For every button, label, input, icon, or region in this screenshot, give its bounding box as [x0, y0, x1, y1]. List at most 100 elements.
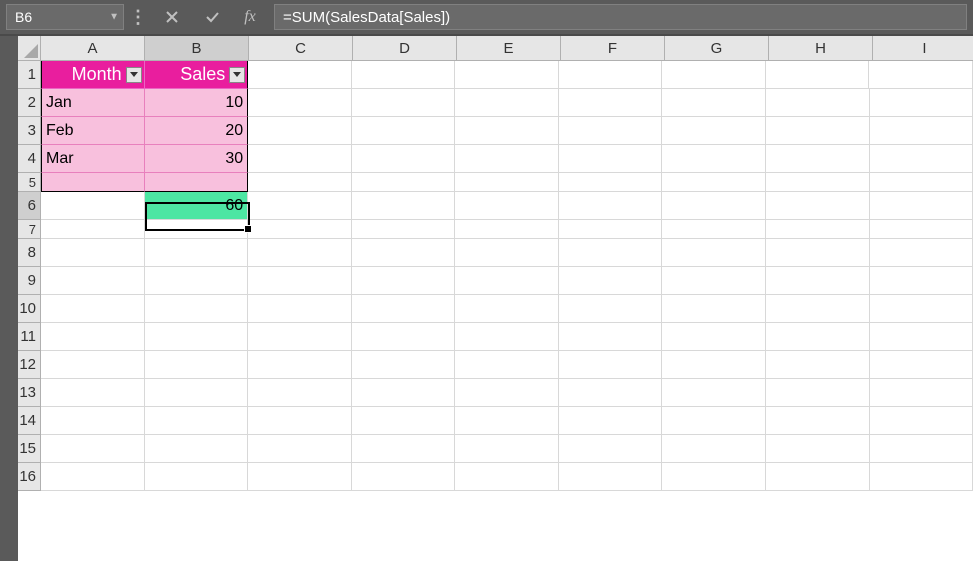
cell-c16[interactable] [248, 463, 352, 491]
name-box-dropdown-icon[interactable]: ▼ [109, 12, 119, 23]
select-all-corner[interactable] [18, 36, 41, 61]
cell-c7[interactable] [248, 220, 352, 239]
cell-a5[interactable] [41, 173, 145, 192]
row-header-11[interactable]: 11 [18, 323, 41, 351]
cell-f1[interactable] [559, 61, 663, 89]
cell-e11[interactable] [455, 323, 559, 351]
cell-f7[interactable] [559, 220, 663, 239]
cell-g9[interactable] [662, 267, 766, 295]
cell-h3[interactable] [766, 117, 870, 145]
cell-h15[interactable] [766, 435, 870, 463]
cell-i2[interactable] [870, 89, 973, 117]
cell-d9[interactable] [352, 267, 456, 295]
cell-g5[interactable] [662, 173, 766, 192]
cell-d7[interactable] [352, 220, 456, 239]
cell-c10[interactable] [248, 295, 352, 323]
cell-h1[interactable] [766, 61, 870, 89]
col-header-f[interactable]: F [561, 36, 665, 61]
row-header-7[interactable]: 7 [18, 220, 41, 239]
cell-d1[interactable] [352, 61, 456, 89]
cell-a8[interactable] [41, 239, 145, 267]
cell-b11[interactable] [145, 323, 249, 351]
cell-h7[interactable] [766, 220, 870, 239]
cell-d13[interactable] [352, 379, 456, 407]
cell-g11[interactable] [662, 323, 766, 351]
cell-f6[interactable] [559, 192, 663, 220]
cell-f13[interactable] [559, 379, 663, 407]
cell-a7[interactable] [41, 220, 145, 239]
cell-f16[interactable] [559, 463, 663, 491]
cell-i8[interactable] [870, 239, 973, 267]
cell-f10[interactable] [559, 295, 663, 323]
cell-e16[interactable] [455, 463, 559, 491]
row-header-15[interactable]: 15 [18, 435, 41, 463]
cell-g10[interactable] [662, 295, 766, 323]
cell-g3[interactable] [662, 117, 766, 145]
cell-b2[interactable]: 10 [145, 89, 249, 117]
cell-c15[interactable] [248, 435, 352, 463]
cell-c11[interactable] [248, 323, 352, 351]
cell-a4[interactable]: Mar [41, 145, 145, 173]
cell-g15[interactable] [662, 435, 766, 463]
cell-c1[interactable] [248, 61, 352, 89]
cell-a14[interactable] [41, 407, 145, 435]
cell-h2[interactable] [766, 89, 870, 117]
cell-d6[interactable] [352, 192, 456, 220]
cell-h4[interactable] [766, 145, 870, 173]
row-header-13[interactable]: 13 [18, 379, 41, 407]
cell-h11[interactable] [766, 323, 870, 351]
row-header-14[interactable]: 14 [18, 407, 41, 435]
cell-d11[interactable] [352, 323, 456, 351]
cell-i6[interactable] [870, 192, 973, 220]
cell-d2[interactable] [352, 89, 456, 117]
cell-h10[interactable] [766, 295, 870, 323]
cell-a16[interactable] [41, 463, 145, 491]
cell-b6[interactable]: 60 [145, 192, 249, 220]
row-header-1[interactable]: 1 [18, 61, 41, 89]
cell-g2[interactable] [662, 89, 766, 117]
cell-e14[interactable] [455, 407, 559, 435]
row-header-10[interactable]: 10 [18, 295, 41, 323]
cell-c9[interactable] [248, 267, 352, 295]
cell-i5[interactable] [870, 173, 973, 192]
cell-d10[interactable] [352, 295, 456, 323]
cell-e13[interactable] [455, 379, 559, 407]
cell-c5[interactable] [248, 173, 352, 192]
cell-h14[interactable] [766, 407, 870, 435]
cell-c4[interactable] [248, 145, 352, 173]
col-header-c[interactable]: C [249, 36, 353, 61]
cell-i16[interactable] [870, 463, 973, 491]
cell-g8[interactable] [662, 239, 766, 267]
cell-i1[interactable] [869, 61, 973, 89]
cell-i13[interactable] [870, 379, 973, 407]
cell-a13[interactable] [41, 379, 145, 407]
cell-f11[interactable] [559, 323, 663, 351]
cell-e7[interactable] [455, 220, 559, 239]
cell-c2[interactable] [248, 89, 352, 117]
cell-e2[interactable] [455, 89, 559, 117]
cell-g16[interactable] [662, 463, 766, 491]
row-header-6[interactable]: 6 [18, 192, 41, 220]
cell-e10[interactable] [455, 295, 559, 323]
cell-e9[interactable] [455, 267, 559, 295]
cell-f14[interactable] [559, 407, 663, 435]
accept-formula-button[interactable] [192, 4, 232, 30]
cell-b1[interactable]: Sales [145, 61, 249, 89]
cell-g13[interactable] [662, 379, 766, 407]
cell-e3[interactable] [455, 117, 559, 145]
cell-i4[interactable] [870, 145, 973, 173]
cell-f2[interactable] [559, 89, 663, 117]
cell-a3[interactable]: Feb [41, 117, 145, 145]
cell-a15[interactable] [41, 435, 145, 463]
cell-f4[interactable] [559, 145, 663, 173]
col-header-e[interactable]: E [457, 36, 561, 61]
cell-h8[interactable] [766, 239, 870, 267]
cell-a11[interactable] [41, 323, 145, 351]
cell-d12[interactable] [352, 351, 456, 379]
cell-b10[interactable] [145, 295, 249, 323]
cell-h12[interactable] [766, 351, 870, 379]
cell-b13[interactable] [145, 379, 249, 407]
cell-c12[interactable] [248, 351, 352, 379]
cell-b16[interactable] [145, 463, 249, 491]
col-header-i[interactable]: I [873, 36, 973, 61]
